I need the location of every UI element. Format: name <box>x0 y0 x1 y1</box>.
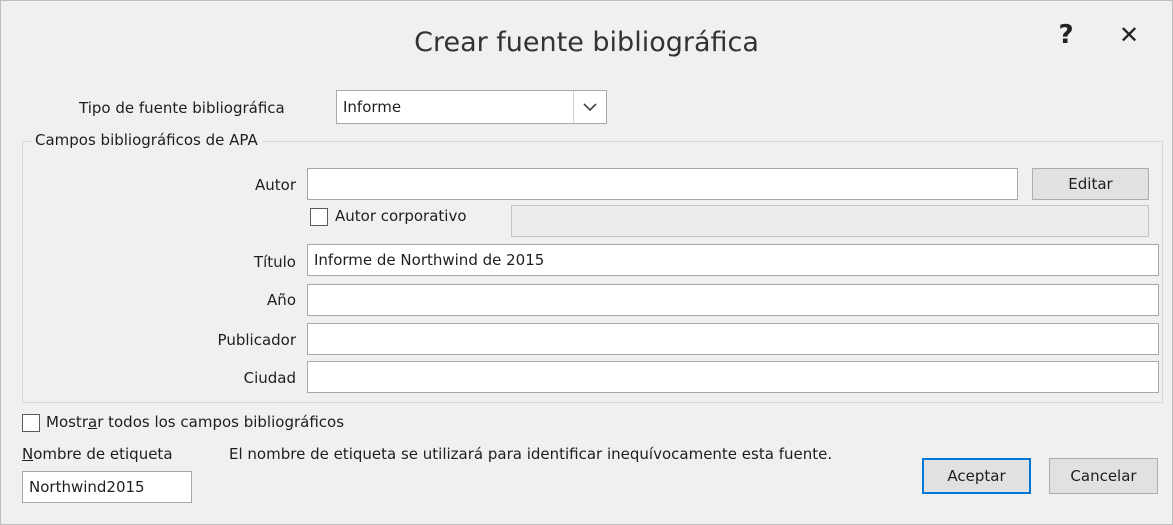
chevron-down-icon[interactable] <box>573 91 606 123</box>
year-label: Año <box>267 291 296 309</box>
cancel-button[interactable]: Cancelar <box>1049 458 1158 494</box>
source-type-value: Informe <box>343 98 402 116</box>
apa-fields-legend: Campos bibliográficos de APA <box>31 131 262 149</box>
source-type-label: Tipo de fuente bibliográfica <box>79 99 285 117</box>
show-all-fields-label: Mostrar todos los campos bibliográficos <box>46 413 345 431</box>
source-type-select[interactable]: Informe <box>336 90 607 124</box>
publisher-input[interactable] <box>307 323 1159 355</box>
close-icon[interactable]: ✕ <box>1099 15 1159 55</box>
year-input[interactable] <box>307 284 1159 316</box>
city-label: Ciudad <box>243 369 296 387</box>
edit-author-button[interactable]: Editar <box>1032 168 1149 200</box>
dialog-title: Crear fuente bibliográfica <box>414 27 759 58</box>
tag-name-input[interactable]: Northwind2015 <box>22 471 192 503</box>
title-bar: Crear fuente bibliográfica ? ✕ <box>1 1 1172 87</box>
publisher-label: Publicador <box>217 331 296 349</box>
help-icon[interactable]: ? <box>1046 15 1086 55</box>
author-label: Autor <box>255 176 296 194</box>
author-input[interactable] <box>307 168 1018 200</box>
title-input[interactable]: Informe de Northwind de 2015 <box>307 244 1159 276</box>
tag-name-label: Nombre de etiqueta <box>22 445 173 463</box>
title-label: Título <box>253 253 296 271</box>
tag-name-hint: El nombre de etiqueta se utilizará para … <box>229 445 833 463</box>
corporate-author-label: Autor corporativo <box>335 207 467 225</box>
corporate-author-input[interactable] <box>511 205 1149 237</box>
create-source-dialog: Crear fuente bibliográfica ? ✕ Tipo de f… <box>0 0 1173 525</box>
show-all-fields-checkbox[interactable] <box>22 414 40 432</box>
ok-button[interactable]: Aceptar <box>922 458 1031 494</box>
city-input[interactable] <box>307 361 1159 393</box>
corporate-author-checkbox[interactable] <box>310 208 328 226</box>
